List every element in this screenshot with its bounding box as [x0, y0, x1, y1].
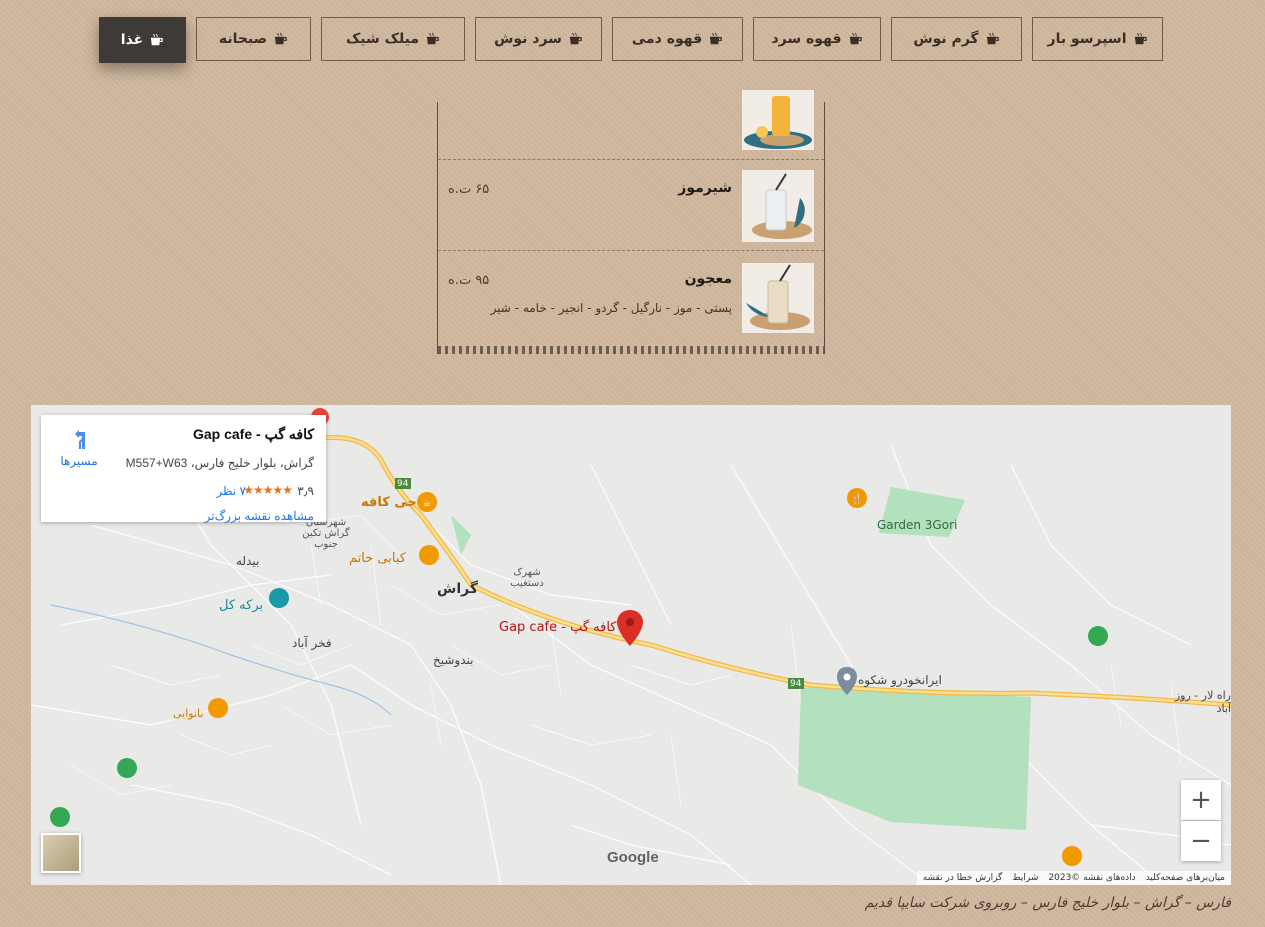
highway-shield: 94	[397, 479, 409, 489]
tab-cold-drinks[interactable]: سرد نوش	[475, 17, 602, 61]
tab-label: اسپرسو بار	[1047, 31, 1127, 47]
list-item[interactable]: معجون ۹۵ ت.ه پستی - موز - نارگیل - گردو …	[438, 251, 824, 346]
place-info-card: کافه گپ - Gap cafe گراش، بلوار خلیج فارس…	[41, 415, 326, 523]
map-data-text: داده‌های نقشه ©2023	[1048, 873, 1136, 883]
item-price: ۶۵ ت.ه	[448, 182, 490, 197]
tab-label: گرم نوش	[913, 31, 979, 47]
tab-label: میلک شیک	[345, 31, 420, 47]
item-description: پستی - موز - نارگیل - گردو - انجیر - خام…	[490, 301, 732, 315]
tab-label: صبحانه	[218, 31, 268, 47]
view-larger-map-link[interactable]: مشاهده نقشه بزرگ‌تر	[205, 509, 314, 523]
map-label: شهرک دستغیب	[510, 567, 544, 589]
google-map[interactable]: ☕ 🍴 جی کافه Garden 3Gori کبابی حاتم گراش …	[31, 405, 1231, 885]
tab-label: قهوه سرد	[771, 31, 842, 47]
tab-brewed-coffee[interactable]: قهوه دمی	[612, 17, 743, 61]
map-label: فخر آباد	[292, 636, 332, 650]
reviews-link[interactable]: ۷ نظر	[216, 484, 246, 498]
terms-link[interactable]: شرایط	[1012, 873, 1038, 883]
map-label: ایرانخودرو شکوه	[858, 673, 942, 687]
item-photo	[742, 263, 814, 333]
tab-breakfast[interactable]: صبحانه	[196, 17, 311, 61]
coffee-cup-icon	[273, 32, 288, 46]
coffee-cup-icon	[568, 32, 583, 46]
svg-text:☕: ☕	[423, 498, 432, 509]
tab-label: غذا	[120, 32, 144, 48]
coffee-cup-icon	[848, 32, 863, 46]
map-label: Garden 3Gori	[877, 518, 958, 532]
category-tabs: اسپرسو بار گرم نوش قهوه سرد قهوه دمی سرد…	[99, 17, 1163, 63]
directions-button[interactable]: مسیرها	[51, 429, 107, 468]
map-label: برکه کل	[219, 598, 264, 613]
map-label: کبابی حاتم	[349, 551, 406, 566]
map-attribution: میان‌برهای صفحه‌کلید داده‌های نقشه ©2023…	[916, 871, 1231, 885]
tab-cold-coffee[interactable]: قهوه سرد	[753, 17, 881, 61]
menu-list: شیرموز ۶۵ ت.ه معجون ۹۵ ت.ه پستی - موز - …	[437, 90, 825, 354]
map-label: بیدله	[236, 554, 260, 568]
panel-bottom-border	[438, 346, 824, 354]
tab-food[interactable]: غذا	[99, 17, 186, 63]
coffee-cup-icon	[1133, 32, 1148, 46]
tab-label: سرد نوش	[494, 31, 562, 47]
item-photo	[742, 90, 814, 150]
coffee-cup-icon	[985, 32, 1000, 46]
map-type-thumbnail[interactable]	[41, 833, 81, 873]
star-rating-icon: ★★★★★	[243, 483, 293, 497]
item-name: شیرموز	[678, 180, 732, 196]
map-label: جی کافه	[361, 495, 417, 510]
list-item[interactable]: شیرموز ۶۵ ت.ه	[438, 160, 824, 251]
highway-shield: 94	[790, 679, 802, 689]
item-photo	[742, 170, 814, 242]
cafe-address: فارس – گراش – بلوار خلیج فارس – روبروی ش…	[864, 895, 1231, 911]
map-label: نانوایی	[173, 707, 204, 720]
tab-label: قهوه دمی	[631, 31, 703, 47]
map-label: بندوشیخ	[433, 653, 474, 667]
list-item[interactable]	[438, 90, 824, 160]
google-logo: Google	[607, 849, 659, 866]
directions-label: مسیرها	[60, 454, 98, 468]
item-price: ۹۵ ت.ه	[448, 273, 490, 288]
map-label: گراش	[437, 581, 478, 597]
report-error-link[interactable]: گزارش خطا در نقشه	[923, 873, 1003, 883]
coffee-cup-icon	[708, 32, 723, 46]
marker-label: کافه گپ - Gap cafe	[499, 620, 617, 635]
coffee-cup-icon	[149, 33, 164, 47]
place-title: کافه گپ - Gap cafe	[192, 426, 314, 442]
zoom-in-button[interactable]: +	[1181, 780, 1221, 820]
directions-icon	[75, 430, 85, 449]
map-label: راه لار - روز آباد	[1174, 689, 1231, 715]
tab-milkshake[interactable]: میلک شیک	[321, 17, 465, 61]
coffee-cup-icon	[425, 32, 440, 46]
keyboard-shortcuts-link[interactable]: میان‌برهای صفحه‌کلید	[1146, 873, 1225, 883]
place-rating: ۳٫۹	[297, 484, 314, 498]
tab-hot-drinks[interactable]: گرم نوش	[891, 17, 1022, 61]
zoom-out-button[interactable]: −	[1181, 821, 1221, 861]
svg-text:🍴: 🍴	[851, 492, 863, 505]
tab-espresso-bar[interactable]: اسپرسو بار	[1032, 17, 1163, 61]
item-name: معجون	[684, 271, 732, 287]
place-address: گراش، بلوار خلیج فارس، M557+W63	[125, 456, 314, 470]
